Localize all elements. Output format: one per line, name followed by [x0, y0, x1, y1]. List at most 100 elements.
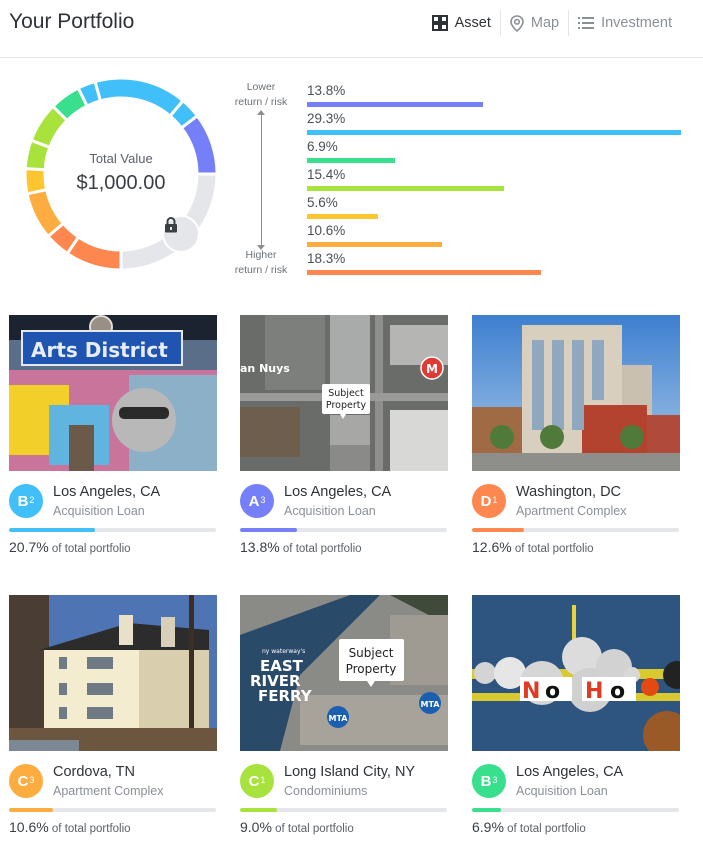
risk-axis-top-label: Lower return / risk: [230, 80, 292, 110]
portfolio-share-suffix: of total portfolio: [275, 823, 354, 835]
bar: [307, 214, 379, 219]
portfolio-share-fill: [472, 808, 501, 812]
asset-type: Condominiums: [284, 784, 368, 798]
asset-image[interactable]: ny waterway's EAST RIVER FERRY Subject P…: [240, 595, 448, 751]
image-text: N: [522, 679, 540, 704]
asset-type: Acquisition Loan: [53, 504, 145, 518]
risk-axis-line: [261, 113, 262, 247]
asset-image[interactable]: Arts District: [9, 315, 217, 471]
risk-axis: Lower return / risk Higher return / risk: [230, 80, 292, 278]
portfolio-share-text: 10.6% of total portfolio: [9, 819, 217, 835]
bar-value-label: 10.6%: [307, 223, 346, 238]
tab-asset[interactable]: Asset: [423, 10, 500, 36]
asset-card[interactable]: ny waterway's EAST RIVER FERRY Subject P…: [240, 595, 448, 835]
rating-grade: D: [480, 492, 492, 510]
rating-badge: C3: [9, 764, 43, 798]
asset-type: Apartment Complex: [516, 504, 627, 518]
rating-grade: C: [17, 772, 29, 790]
bar: [307, 158, 396, 163]
image-text: Subject: [328, 388, 364, 399]
tab-investment-label: Investment: [601, 15, 672, 31]
portfolio-share-bar: [472, 528, 679, 532]
portfolio-share-bar: [9, 808, 216, 812]
asset-location[interactable]: Cordova, TN: [53, 764, 135, 780]
bar-value-label: 29.3%: [307, 111, 346, 126]
view-tabs: Asset Map Investment: [423, 10, 681, 36]
bar-value-label: 15.4%: [307, 167, 346, 182]
bar-value-label: 13.8%: [307, 83, 346, 98]
grid-icon: [431, 15, 448, 31]
map-pin-icon: [510, 14, 524, 32]
portfolio-share-percent: 12.6%: [472, 539, 512, 555]
allocation-bar-row[interactable]: 15.4%: [307, 166, 681, 194]
bar-value-label: 18.3%: [307, 251, 346, 266]
tab-investment[interactable]: Investment: [568, 10, 681, 36]
rating-tier: 3: [29, 775, 35, 785]
image-text: o: [610, 679, 625, 704]
risk-top-line1: Lower: [246, 81, 276, 93]
portfolio-share-fill: [240, 528, 298, 532]
rating-badge: B3: [472, 764, 506, 798]
asset-type: Acquisition Loan: [284, 504, 376, 518]
portfolio-share-text: 6.9% of total portfolio: [472, 819, 680, 835]
rating-tier: 2: [29, 495, 35, 505]
asset-info: A3 Los Angeles, CA Acquisition Loan: [240, 483, 448, 533]
page-title: Your Portfolio: [9, 10, 135, 33]
asset-card[interactable]: an Nuys Subject Property M A3 Los Angele…: [240, 315, 448, 555]
portfolio-share-fill: [9, 528, 95, 532]
asset-info: C1 Long Island City, NY Condominiums: [240, 763, 448, 813]
bar: [307, 186, 504, 191]
header: Your Portfolio Asset Map Investment: [0, 0, 703, 58]
asset-image[interactable]: [9, 595, 217, 751]
portfolio-share-text: 12.6% of total portfolio: [472, 539, 680, 555]
allocation-bar-row[interactable]: 6.9%: [307, 138, 681, 166]
image-text: ny waterway's: [262, 648, 305, 655]
rating-grade: B: [480, 772, 492, 790]
tab-map-label: Map: [530, 15, 560, 31]
asset-info: B3 Los Angeles, CA Acquisition Loan: [472, 763, 680, 813]
asset-image[interactable]: N o H o: [472, 595, 680, 751]
portfolio-share-percent: 10.6%: [9, 819, 49, 835]
asset-info: C3 Cordova, TN Apartment Complex: [9, 763, 217, 813]
allocation-bar-row[interactable]: 29.3%: [307, 110, 681, 138]
portfolio-share-text: 20.7% of total portfolio: [9, 539, 217, 555]
image-text: FERRY: [258, 687, 313, 705]
image-text: Property: [346, 662, 397, 676]
risk-bottom-line1: Higher: [245, 249, 277, 261]
lock-button[interactable]: [162, 215, 200, 253]
allocation-bar-row[interactable]: 10.6%: [307, 222, 681, 250]
asset-location[interactable]: Los Angeles, CA: [53, 484, 160, 500]
allocation-bar-row[interactable]: 18.3%: [307, 250, 681, 278]
rating-badge: B2: [9, 484, 43, 518]
allocation-bars: 13.8% 29.3% 6.9% 15.4% 5.6% 10.6% 18.3%: [307, 82, 681, 278]
rating-tier: 3: [260, 495, 266, 505]
allocation-bar-row[interactable]: 13.8%: [307, 82, 681, 110]
image-text: Subject: [349, 646, 394, 660]
total-value-label: Total Value: [89, 151, 153, 166]
asset-card[interactable]: C3 Cordova, TN Apartment Complex 10.6% o…: [9, 595, 217, 835]
tab-map[interactable]: Map: [499, 10, 568, 36]
asset-card[interactable]: N o H o B3 Los Angeles, CA Acquisition L…: [472, 595, 680, 835]
asset-card[interactable]: Arts District B2 Los Angeles, CA Acquisi…: [9, 315, 217, 555]
allocation-bar-row[interactable]: 5.6%: [307, 194, 681, 222]
portfolio-share-fill: [9, 808, 53, 812]
portfolio-share-suffix: of total portfolio: [51, 823, 131, 835]
asset-card[interactable]: D1 Washington, DC Apartment Complex 12.6…: [472, 315, 680, 555]
portfolio-share-suffix: of total portfolio: [514, 543, 594, 555]
portfolio-share-percent: 6.9%: [472, 819, 504, 835]
portfolio-share-fill: [240, 808, 278, 812]
rating-tier: 3: [492, 775, 498, 785]
rating-badge: C1: [240, 764, 274, 798]
rating-grade: B: [17, 492, 29, 510]
risk-axis-bottom-label: Higher return / risk: [230, 248, 292, 278]
asset-image[interactable]: [472, 315, 680, 471]
asset-location[interactable]: Los Angeles, CA: [516, 764, 623, 780]
risk-bottom-line2: return / risk: [234, 264, 288, 276]
image-text: M: [426, 362, 438, 376]
asset-location[interactable]: Washington, DC: [516, 484, 621, 500]
image-text: MTA: [329, 714, 349, 723]
asset-image[interactable]: an Nuys Subject Property M: [240, 315, 448, 471]
asset-location[interactable]: Long Island City, NY: [284, 764, 415, 780]
asset-location[interactable]: Los Angeles, CA: [284, 484, 391, 500]
portfolio-share-percent: 13.8%: [240, 539, 280, 555]
